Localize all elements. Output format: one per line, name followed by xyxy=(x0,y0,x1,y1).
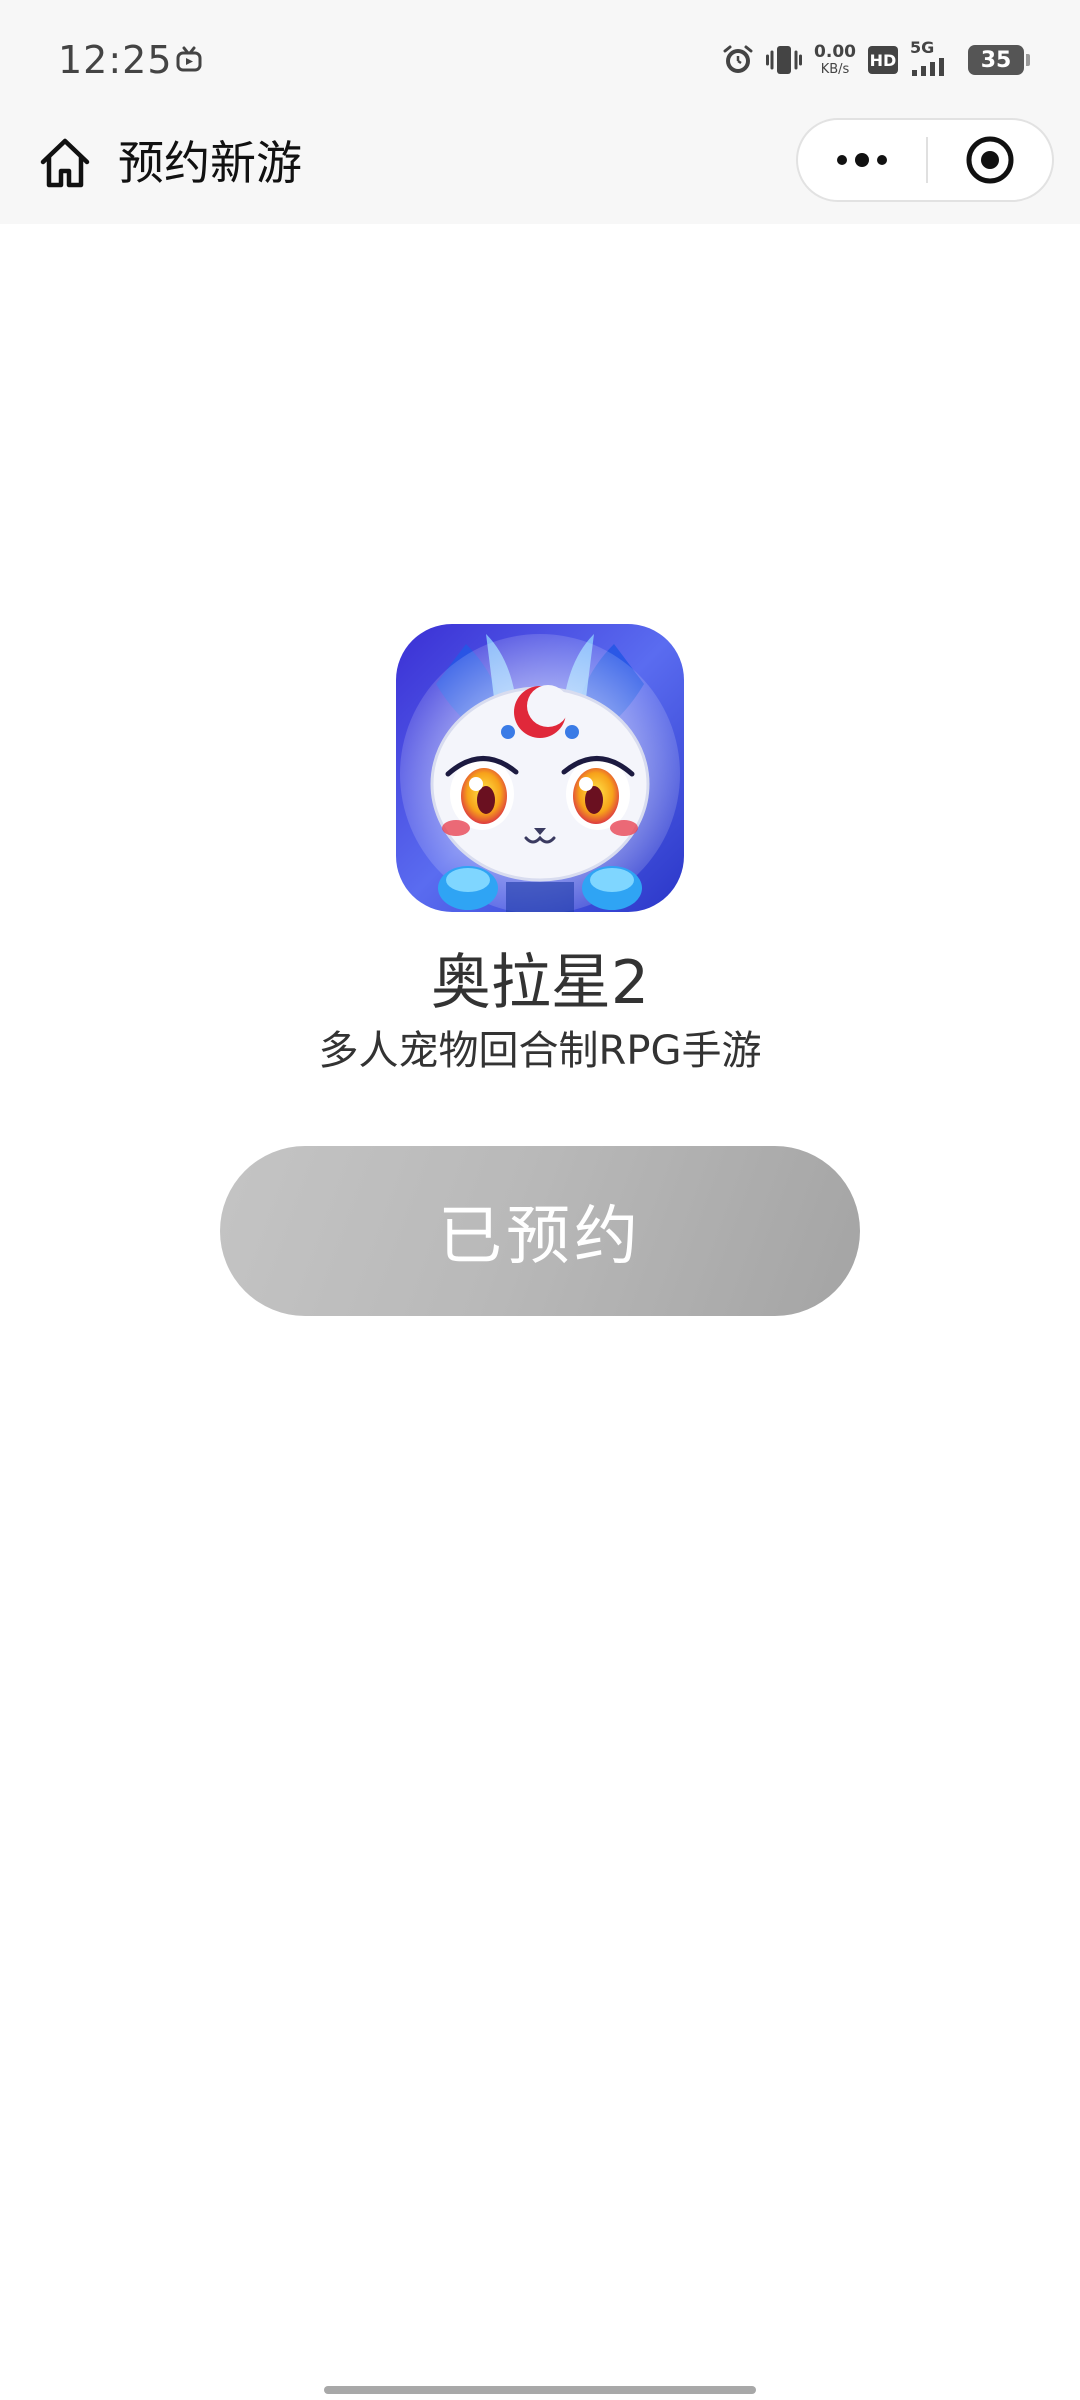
game-name: 奥拉星2 xyxy=(430,948,650,1018)
nav-bar: 预约新游 xyxy=(0,118,1080,224)
close-mini-program-button[interactable] xyxy=(928,120,1052,200)
battery-level: 35 xyxy=(980,47,1012,73)
more-button[interactable] xyxy=(798,120,926,200)
signal-icon: 5G xyxy=(910,38,956,78)
game-description: 多人宠物回合制RPG手游 xyxy=(318,1028,762,1074)
page-title: 预约新游 xyxy=(118,136,302,190)
more-dots-icon xyxy=(837,153,887,167)
battery-icon: 35 xyxy=(968,45,1030,75)
home-indicator[interactable] xyxy=(324,2386,756,2394)
status-time: 12:25 xyxy=(58,38,173,82)
status-icons: 0.00 KB/s HD 5G 35 xyxy=(722,38,1030,80)
network-speed: 0.00 KB/s xyxy=(814,42,856,77)
reserved-button[interactable]: 已预约 xyxy=(220,1146,860,1316)
game-app-icon xyxy=(396,624,684,912)
network-speed-unit: KB/s xyxy=(820,62,850,77)
alarm-icon xyxy=(723,45,753,73)
tv-icon xyxy=(176,46,202,72)
target-close-icon xyxy=(966,136,1014,184)
network-speed-value: 0.00 xyxy=(814,42,856,62)
vibrate-icon xyxy=(766,46,803,74)
home-icon xyxy=(40,138,90,188)
status-bar: 12:25 0.00 KB/s HD 5G 35 xyxy=(0,0,1080,118)
mini-program-capsule xyxy=(796,118,1054,202)
home-button[interactable] xyxy=(34,132,96,194)
hd-badge: HD xyxy=(868,46,898,74)
